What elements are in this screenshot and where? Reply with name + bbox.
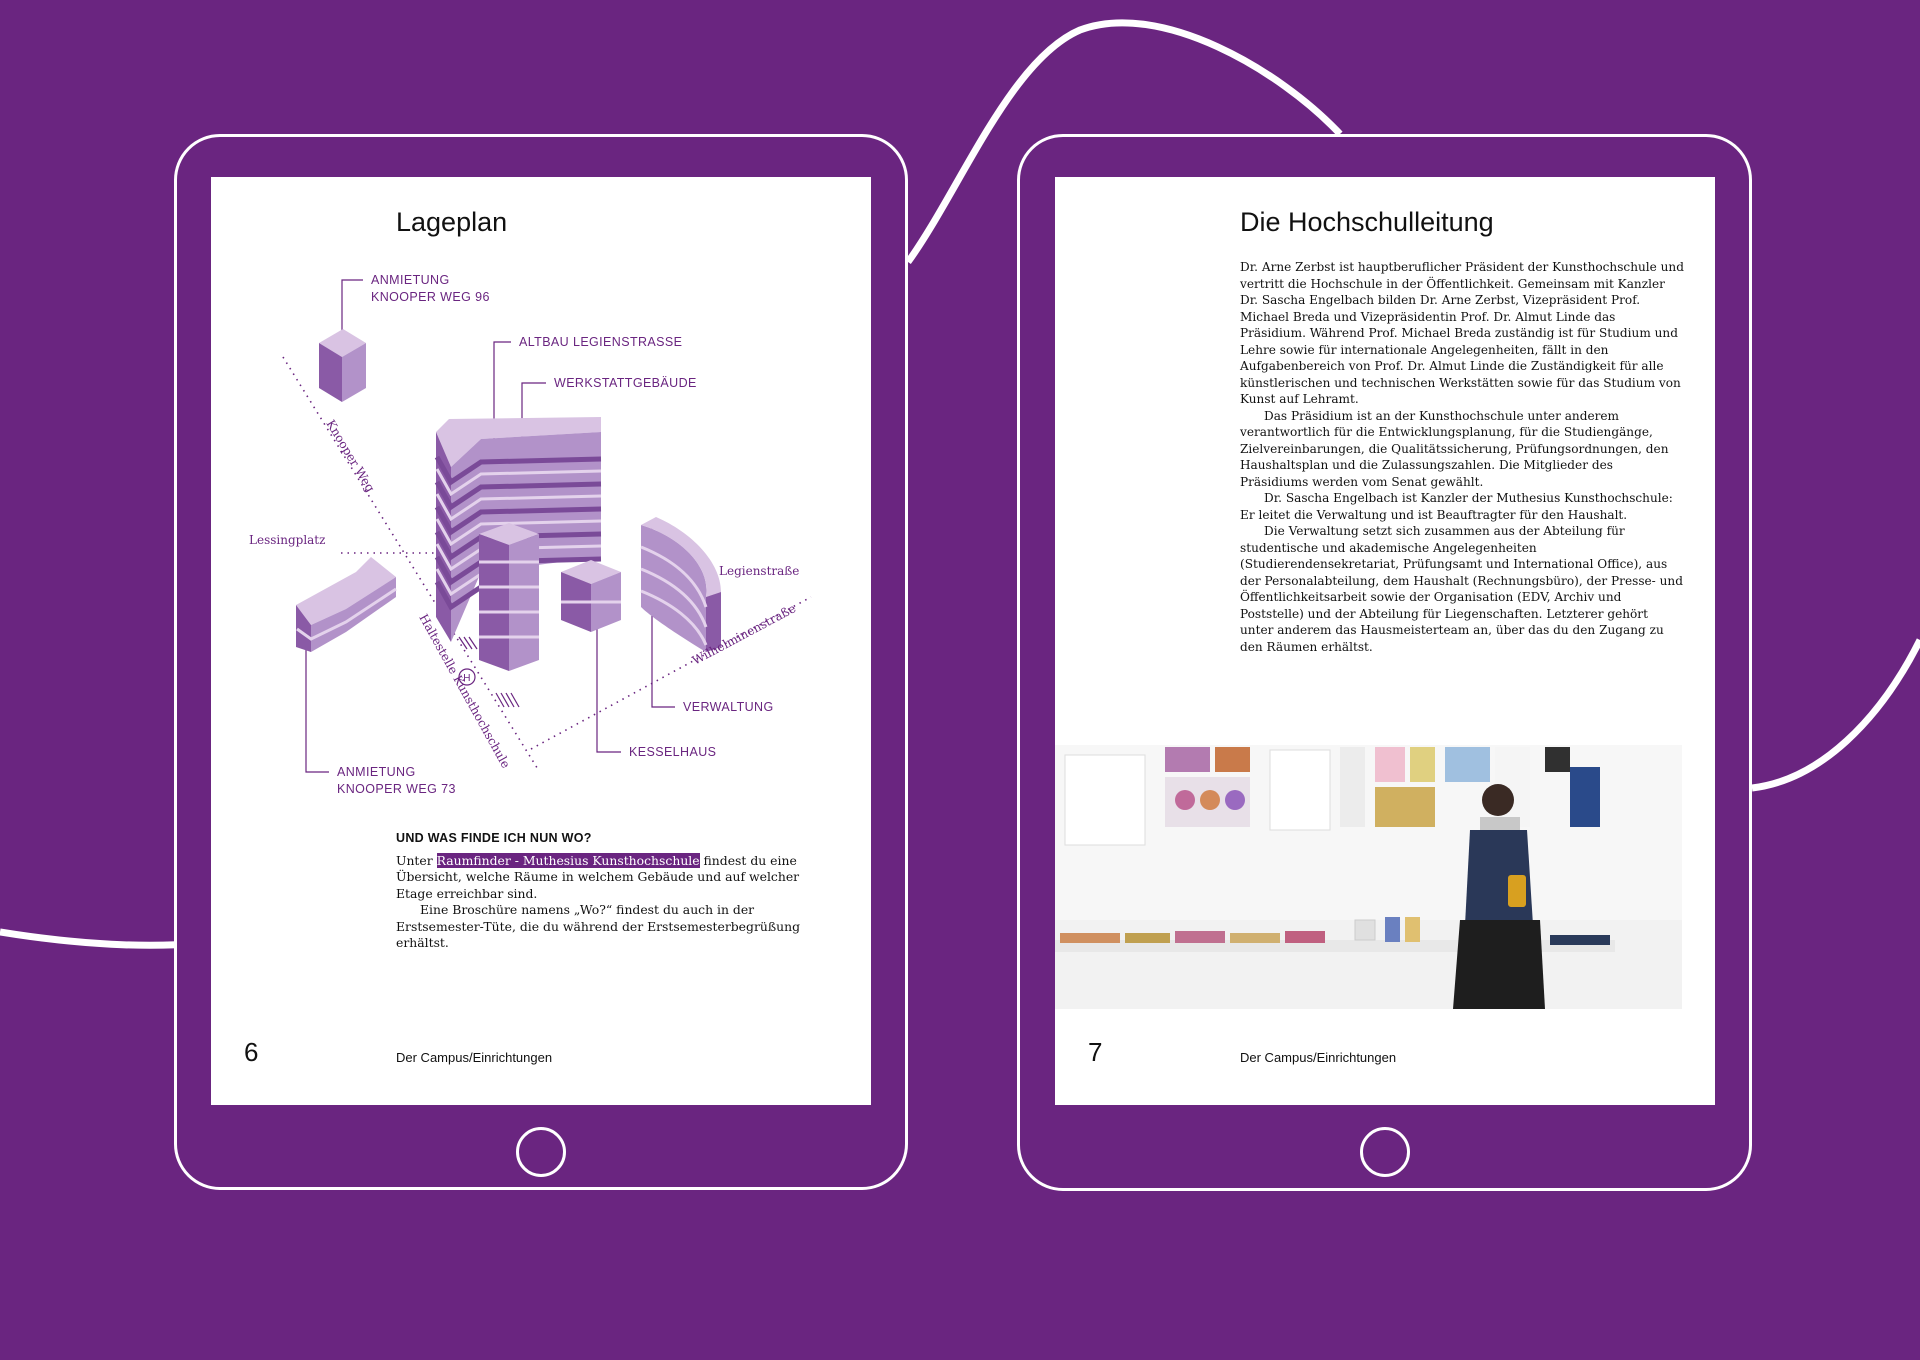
home-button[interactable]: [516, 1127, 566, 1177]
paragraph-3: Dr. Sascha Engelbach ist Kanzler der Mut…: [1240, 491, 1673, 522]
label-altbau: ALTBAU LEGIENSTRASSE: [519, 335, 682, 349]
paragraph-1: Dr. Arne Zerbst ist hauptberuflicher Prä…: [1240, 260, 1684, 406]
body-text: Unter Raumfinder - Muthesius Kunsthochsc…: [396, 853, 836, 951]
campus-map: H ANMIETUNG KNOOPER WEG 96 ALTBAU LEGIEN…: [249, 273, 812, 796]
building-anmietung-96: [319, 329, 366, 402]
tablet-right: Die Hochschulleitung Dr. Arne Zerbst ist…: [1017, 134, 1752, 1191]
raumfinder-link[interactable]: Raumfinder - Muthesius Kunsthochschule: [436, 853, 700, 868]
street-legienstrasse: Legienstraße: [719, 564, 799, 578]
page-number: 7: [1088, 1037, 1103, 1067]
paragraph-2: Das Präsidium ist an der Kunsthochschule…: [1240, 408, 1669, 489]
label-werkstatt: WERKSTATTGEBÄUDE: [554, 376, 697, 390]
page-number: 6: [244, 1037, 259, 1067]
page-title: Die Hochschulleitung: [1240, 207, 1494, 237]
screen-page-7: Die Hochschulleitung Dr. Arne Zerbst ist…: [1055, 177, 1715, 1105]
text-span: Unter: [396, 853, 437, 868]
label-anmietung-96-1: ANMIETUNG: [371, 273, 450, 287]
label-kesselhaus: KESSELHAUS: [629, 745, 716, 759]
home-button[interactable]: [1359, 1127, 1410, 1177]
body-text: Dr. Arne Zerbst ist hauptberuflicher Prä…: [1240, 259, 1685, 655]
building-anmietung-73: [296, 557, 397, 652]
street-knooper-weg: Knooper Weg: [323, 417, 377, 494]
section-heading: UND WAS FINDE ICH NUN WO?: [396, 831, 592, 845]
label-verwaltung: VERWALTUNG: [683, 700, 774, 714]
building-werkstatt: [479, 523, 539, 671]
building-kesselhaus: [561, 560, 621, 632]
page-footer: Der Campus/Einrichtungen: [1240, 1050, 1397, 1065]
paragraph-1: Unter Raumfinder - Muthesius Kunsthochsc…: [396, 853, 836, 902]
exhibition-photo: [1055, 745, 1682, 1009]
tablet-left: Lageplan H ANMIETUNG KNOOPER WEG 96 ALTB…: [174, 134, 908, 1190]
label-anmietung-73-1: ANMIETUNG: [337, 765, 416, 779]
screen-page-6: Lageplan H ANMIETUNG KNOOPER WEG 96 ALTB…: [211, 177, 871, 1105]
label-anmietung-96-2: KNOOPER WEG 96: [371, 290, 490, 304]
street-lessingplatz: Lessingplatz: [249, 533, 325, 547]
building-verwaltung: [640, 517, 721, 652]
page-footer: Der Campus/Einrichtungen: [396, 1050, 553, 1065]
label-anmietung-73-2: KNOOPER WEG 73: [337, 782, 456, 796]
paragraph-2: Eine Broschüre namens „Wo?“ findest du a…: [396, 902, 801, 951]
paragraph-4: Die Verwaltung setzt sich zusammen aus d…: [1240, 524, 1683, 654]
